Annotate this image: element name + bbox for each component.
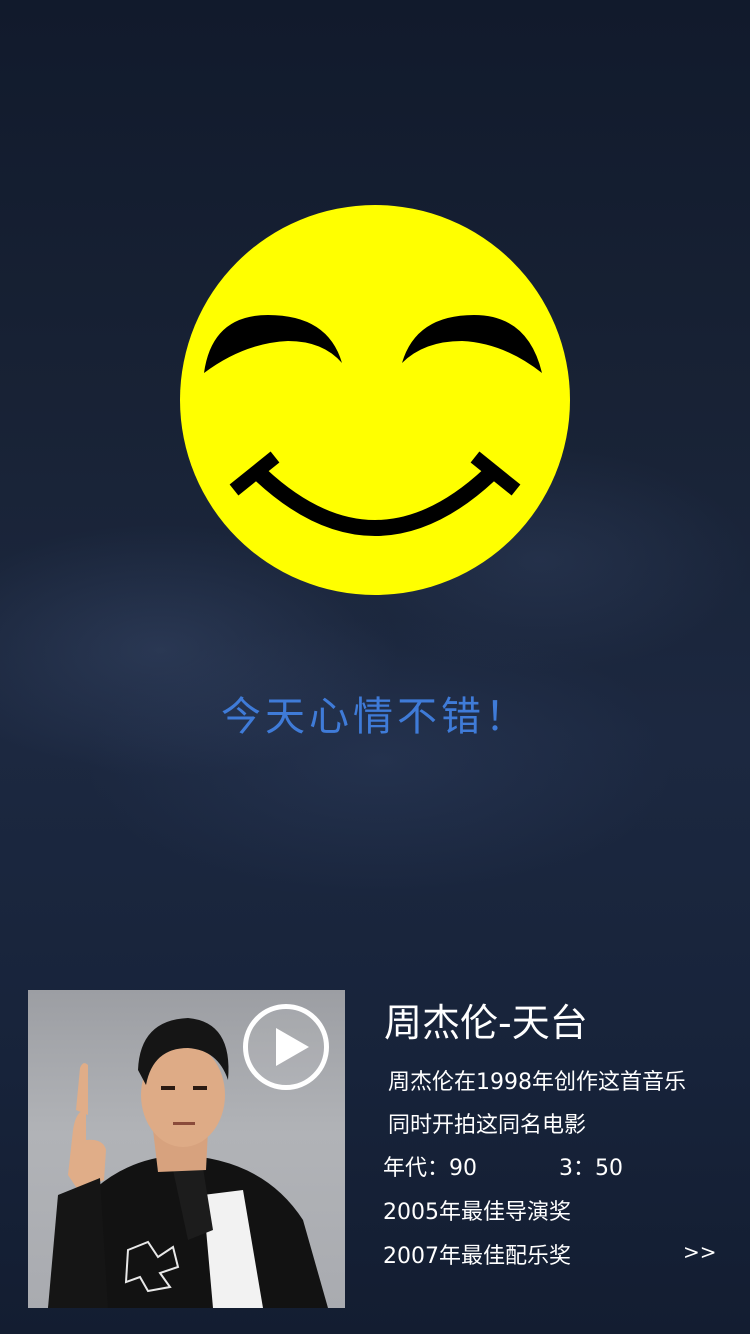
more-link[interactable]: >> (683, 1240, 717, 1264)
song-description-line-1: 周杰伦在1998年创作这首音乐 (388, 1070, 686, 1095)
song-description-line-2: 同时开拍这同名电影 (388, 1113, 587, 1138)
award-2007: 2007年最佳配乐奖 (383, 1244, 571, 1269)
mood-text: 今天心情不错！ (221, 694, 529, 740)
award-2005: 2005年最佳导演奖 (383, 1200, 571, 1225)
era-label: 年代：90 (383, 1156, 477, 1181)
smiley-icon (178, 203, 572, 597)
play-button[interactable] (243, 1004, 329, 1090)
song-title: 周杰伦-天台 (384, 1001, 588, 1045)
song-duration: 3：50 (559, 1156, 623, 1181)
album-cover-image[interactable] (28, 990, 345, 1308)
play-icon (276, 1028, 309, 1066)
song-card[interactable]: 周杰伦-天台 周杰伦在1998年创作这首音乐 同时开拍这同名电影 年代：90 3… (28, 990, 728, 1310)
